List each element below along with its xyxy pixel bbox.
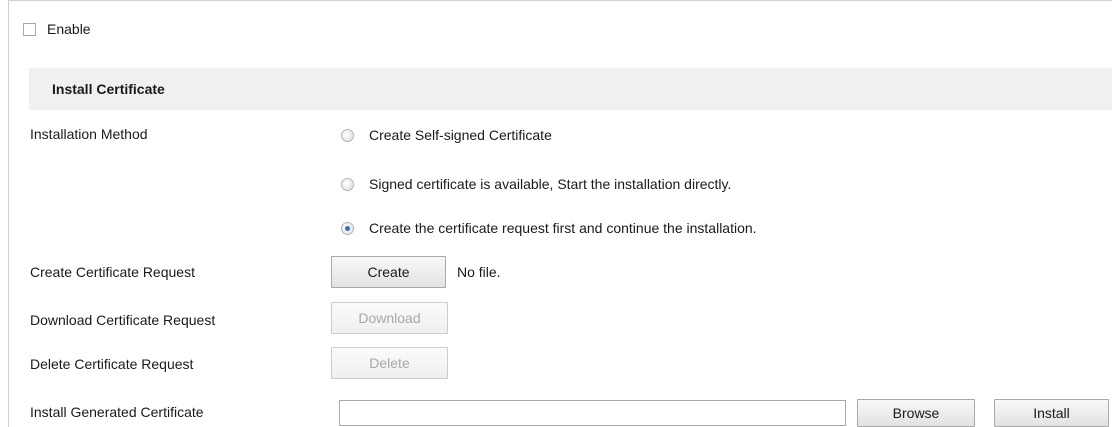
enable-row[interactable]: Enable [23, 21, 91, 37]
section-header: Install Certificate [29, 68, 1112, 110]
radio-option-self-signed[interactable]: Create Self-signed Certificate [341, 127, 552, 143]
radio-create-request-label: Create the certificate request first and… [369, 220, 757, 236]
radio-signed-available[interactable] [341, 177, 354, 191]
enable-checkbox[interactable] [23, 22, 36, 36]
radio-self-signed-label: Create Self-signed Certificate [369, 127, 552, 143]
radio-option-create-request[interactable]: Create the certificate request first and… [341, 220, 757, 236]
create-request-label: Create Certificate Request [30, 264, 195, 280]
delete-request-label: Delete Certificate Request [30, 356, 194, 372]
settings-panel: Enable Install Certificate Installation … [8, 0, 1112, 427]
file-status: No file. [457, 264, 501, 280]
radio-self-signed[interactable] [341, 128, 354, 142]
certificate-file-input[interactable] [339, 400, 846, 426]
install-button[interactable]: Install [994, 399, 1109, 427]
radio-option-signed-available[interactable]: Signed certificate is available, Start t… [341, 176, 731, 192]
download-button[interactable]: Download [331, 302, 448, 334]
radio-create-request[interactable] [341, 221, 354, 235]
install-generated-label: Install Generated Certificate [30, 404, 204, 420]
installation-method-label: Installation Method [30, 126, 148, 142]
enable-label: Enable [47, 21, 91, 37]
download-request-label: Download Certificate Request [30, 312, 216, 328]
section-title: Install Certificate [52, 81, 165, 97]
create-button[interactable]: Create [331, 256, 446, 288]
radio-signed-available-label: Signed certificate is available, Start t… [369, 176, 732, 192]
delete-button[interactable]: Delete [331, 347, 448, 379]
browse-button[interactable]: Browse [857, 399, 975, 427]
